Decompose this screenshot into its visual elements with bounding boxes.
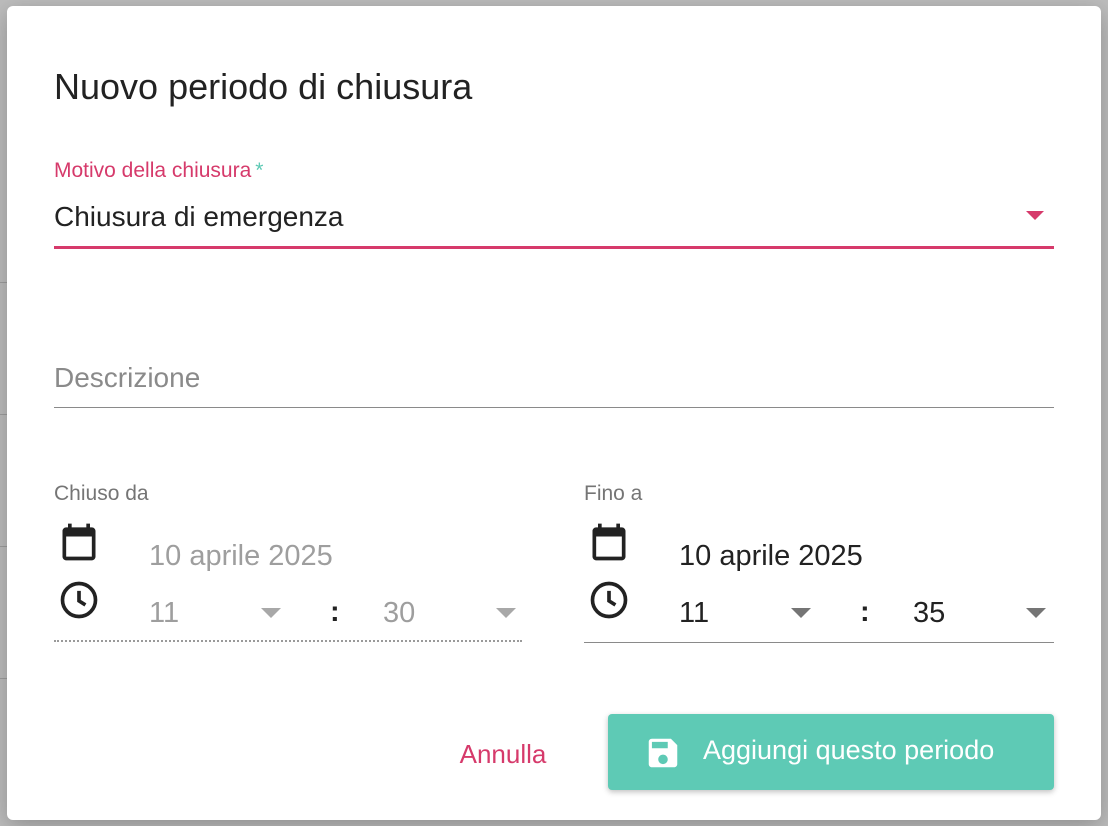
clock-icon (590, 581, 628, 619)
time-separator: : (860, 596, 870, 628)
cancel-button[interactable]: Annulla (437, 726, 569, 782)
caret-down-icon[interactable] (791, 608, 811, 618)
reason-select-value[interactable]: Chiusura di emergenza (54, 201, 344, 233)
to-label: Fino a (584, 482, 643, 505)
from-minute-select[interactable]: 30 (383, 597, 415, 630)
to-underline (584, 642, 1054, 643)
caret-down-icon[interactable] (1026, 608, 1046, 618)
from-hour-select[interactable]: 11 (149, 597, 179, 630)
closure-period-dialog: Nuovo periodo di chiusura Motivo della c… (7, 6, 1101, 820)
dialog-title: Nuovo periodo di chiusura (54, 66, 473, 107)
from-underline (54, 640, 522, 642)
add-period-button[interactable]: Aggiungi questo periodo (608, 714, 1054, 790)
clock-icon (60, 581, 98, 619)
from-label: Chiuso da (54, 482, 149, 505)
description-input[interactable]: Descrizione (54, 362, 200, 394)
to-hour-select[interactable]: 11 (679, 597, 709, 630)
reason-label: Motivo della chiusura * (54, 159, 263, 183)
caret-down-icon[interactable] (496, 608, 516, 618)
from-date-input[interactable]: 10 aprile 2025 (149, 540, 333, 573)
add-period-label: Aggiungi questo periodo (703, 735, 995, 765)
time-separator: : (330, 596, 340, 628)
calendar-icon[interactable] (57, 520, 101, 564)
reason-label-text: Motivo della chiusura (54, 159, 252, 182)
description-underline (54, 407, 1054, 408)
caret-down-icon[interactable] (1026, 211, 1044, 220)
floppy-disk-icon (648, 738, 678, 768)
reason-select-underline (54, 246, 1054, 249)
to-date-input[interactable]: 10 aprile 2025 (679, 540, 863, 573)
to-minute-select[interactable]: 35 (913, 597, 945, 630)
caret-down-icon[interactable] (261, 608, 281, 618)
calendar-icon[interactable] (587, 520, 631, 564)
required-mark: * (255, 159, 264, 182)
